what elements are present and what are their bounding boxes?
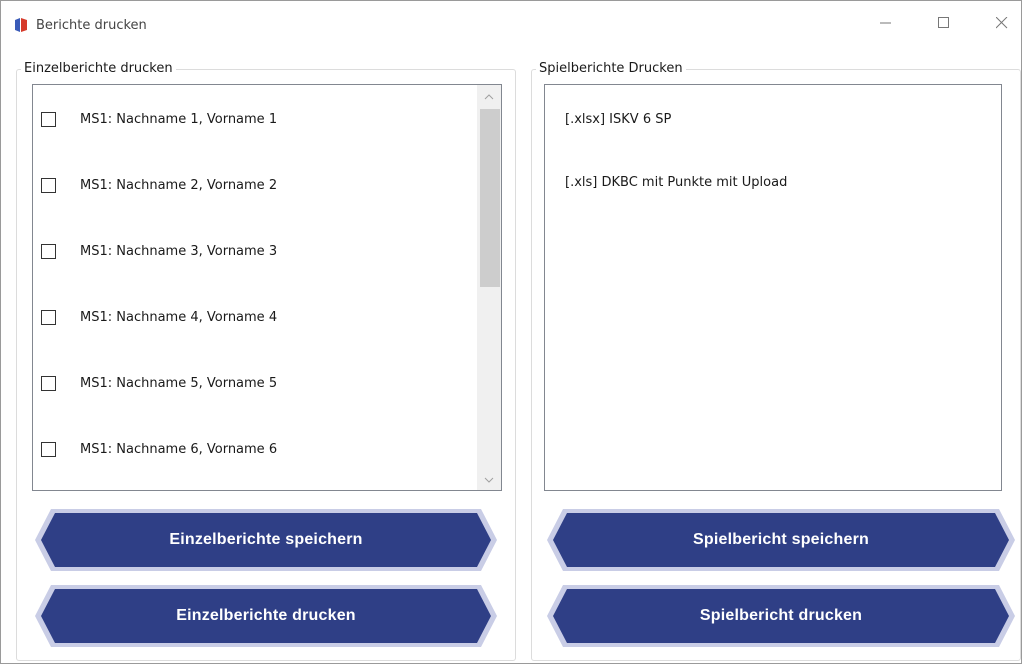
scroll-down-button[interactable]: [477, 468, 501, 490]
minimize-icon: [880, 17, 892, 33]
player-item[interactable]: MS1: Nachname 2, Vorname 2: [41, 165, 471, 205]
title-bar: Berichte drucken: [1, 1, 1021, 51]
player-item[interactable]: MS1: Nachname 1, Vorname 1: [41, 99, 471, 139]
maximize-button[interactable]: [921, 9, 967, 41]
player-checkbox[interactable]: [41, 111, 56, 127]
save-game-report-label: Spielbericht speichern: [692, 531, 869, 548]
close-button[interactable]: [979, 9, 1022, 41]
print-single-reports-label: Einzelberichte drucken: [176, 607, 356, 624]
single-reports-group: Einzelberichte drucken MS1: Nachname 1, …: [16, 61, 516, 661]
scroll-thumb[interactable]: [480, 109, 500, 287]
save-game-report-button[interactable]: Spielbericht speichern: [545, 508, 1017, 572]
app-logo-icon: [13, 17, 29, 33]
chevron-up-icon: [484, 89, 494, 104]
game-reports-group: Spielberichte Drucken [.xlsx] ISKV 6 SP …: [531, 61, 1021, 661]
maximize-icon: [938, 17, 950, 33]
close-icon: [995, 16, 1008, 33]
player-label: MS1: Nachname 6, Vorname 6: [80, 441, 278, 457]
vertical-scrollbar[interactable]: [477, 85, 501, 490]
report-print-window: Berichte drucken Einzelberichte drucken …: [0, 0, 1022, 664]
report-template-item[interactable]: [.xls] DKBC mit Punkte mit Upload: [565, 175, 787, 190]
scroll-up-button[interactable]: [477, 85, 501, 107]
player-item[interactable]: MS1: Nachname 3, Vorname 3: [41, 231, 471, 271]
report-template-item[interactable]: [.xlsx] ISKV 6 SP: [565, 112, 671, 127]
player-label: MS1: Nachname 4, Vorname 4: [80, 309, 278, 325]
print-single-reports-button[interactable]: Einzelberichte drucken: [33, 584, 499, 648]
window-title: Berichte drucken: [36, 18, 147, 33]
player-checkbox[interactable]: [41, 243, 56, 259]
player-checklist[interactable]: MS1: Nachname 1, Vorname 1 MS1: Nachname…: [32, 84, 502, 491]
print-game-report-button[interactable]: Spielbericht drucken: [545, 584, 1017, 648]
player-checkbox[interactable]: [41, 375, 56, 391]
player-label: MS1: Nachname 2, Vorname 2: [80, 177, 278, 193]
save-single-reports-label: Einzelberichte speichern: [169, 531, 363, 548]
player-checkbox[interactable]: [41, 309, 56, 325]
player-label: MS1: Nachname 3, Vorname 3: [80, 243, 278, 259]
player-item[interactable]: MS1: Nachname 5, Vorname 5: [41, 363, 471, 403]
minimize-button[interactable]: [863, 9, 909, 41]
game-reports-group-title: Spielberichte Drucken: [536, 61, 686, 77]
game-report-list[interactable]: [.xlsx] ISKV 6 SP [.xls] DKBC mit Punkte…: [544, 84, 1002, 491]
player-label: MS1: Nachname 5, Vorname 5: [80, 375, 278, 391]
player-item[interactable]: MS1: Nachname 6, Vorname 6: [41, 429, 471, 469]
chevron-down-icon: [484, 472, 494, 487]
player-label: MS1: Nachname 1, Vorname 1: [80, 111, 278, 127]
player-checkbox[interactable]: [41, 441, 56, 457]
player-checkbox[interactable]: [41, 177, 56, 193]
player-item[interactable]: MS1: Nachname 4, Vorname 4: [41, 297, 471, 337]
print-game-report-label: Spielbericht drucken: [699, 607, 863, 624]
single-reports-group-title: Einzelberichte drucken: [21, 61, 176, 77]
save-single-reports-button[interactable]: Einzelberichte speichern: [33, 508, 499, 572]
